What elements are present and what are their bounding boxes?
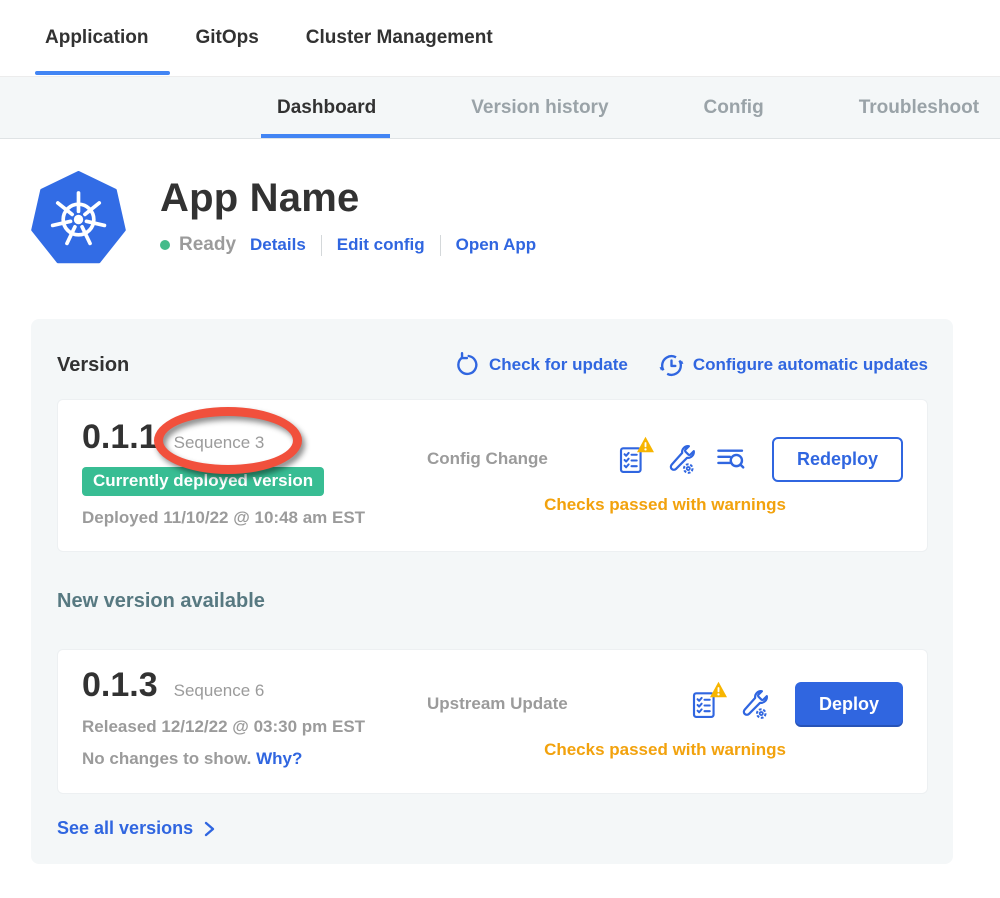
no-changes-line: No changes to show. Why? [82, 749, 427, 769]
see-all-versions-link[interactable]: See all versions [57, 818, 217, 839]
view-diff-icon[interactable] [715, 445, 746, 473]
config-wrench-icon[interactable] [738, 689, 769, 720]
preflight-checks-icon[interactable] [617, 444, 646, 475]
available-checks-status: Checks passed with warnings [427, 740, 903, 760]
sub-tab-version-history[interactable]: Version history [471, 77, 608, 138]
status-dot [160, 240, 170, 250]
page-title: App Name [160, 175, 536, 221]
redeploy-button[interactable]: Redeploy [772, 437, 903, 482]
available-version-source: Upstream Update [427, 694, 568, 714]
kubernetes-logo-icon [30, 171, 127, 268]
app-sub-nav: Dashboard Version history Config Trouble… [0, 76, 1000, 139]
deploy-button[interactable]: Deploy [795, 682, 903, 727]
top-tab-cluster-management[interactable]: Cluster Management [306, 0, 493, 76]
edit-config-link[interactable]: Edit config [337, 235, 425, 255]
current-version-number: 0.1.1 [82, 418, 158, 457]
deployed-timestamp: Deployed 11/10/22 @ 10:48 am EST [82, 508, 427, 528]
warning-triangle-icon [636, 436, 655, 453]
check-for-update-label: Check for update [489, 355, 628, 375]
refresh-icon [455, 352, 481, 378]
released-timestamp: Released 12/12/22 @ 03:30 pm EST [82, 717, 427, 737]
why-link[interactable]: Why? [256, 749, 302, 768]
primary-nav: Application GitOps Cluster Management [0, 0, 1000, 76]
top-tab-application[interactable]: Application [45, 0, 148, 76]
status-badge: Ready [179, 234, 236, 256]
sub-tab-config[interactable]: Config [704, 77, 764, 138]
check-for-update-link[interactable]: Check for update [455, 352, 628, 378]
version-section: Version Check for update Configure autom… [31, 319, 953, 864]
divider [440, 235, 441, 256]
details-link[interactable]: Details [250, 235, 306, 255]
config-wrench-icon[interactable] [665, 444, 696, 475]
current-checks-status: Checks passed with warnings [427, 495, 903, 515]
divider [321, 235, 322, 256]
version-section-title: Version [57, 354, 129, 377]
currently-deployed-badge: Currently deployed version [82, 467, 324, 496]
available-version-card: 0.1.3 Sequence 6 Released 12/12/22 @ 03:… [57, 649, 928, 794]
new-version-heading: New version available [57, 590, 928, 613]
current-sequence-label: Sequence 3 [174, 433, 265, 453]
configure-automatic-updates-label: Configure automatic updates [693, 355, 928, 375]
top-tab-gitops[interactable]: GitOps [195, 0, 258, 76]
current-version-source: Config Change [427, 449, 548, 469]
no-changes-text: No changes to show. [82, 749, 251, 768]
configure-automatic-updates-link[interactable]: Configure automatic updates [658, 352, 928, 379]
sub-tab-dashboard[interactable]: Dashboard [277, 77, 376, 138]
chevron-right-icon [201, 820, 217, 838]
sub-tab-troubleshoot[interactable]: Troubleshoot [859, 77, 979, 138]
available-version-number: 0.1.3 [82, 666, 158, 705]
warning-triangle-icon [709, 681, 728, 698]
schedule-update-icon [658, 352, 685, 379]
open-app-link[interactable]: Open App [456, 235, 537, 255]
see-all-versions-label: See all versions [57, 818, 193, 839]
preflight-checks-icon[interactable] [690, 689, 719, 720]
app-header: App Name Ready Details Edit config Open … [0, 139, 1000, 268]
current-version-card: 0.1.1 Sequence 3 Currently deployed vers… [57, 399, 928, 552]
available-sequence-label: Sequence 6 [174, 681, 265, 701]
